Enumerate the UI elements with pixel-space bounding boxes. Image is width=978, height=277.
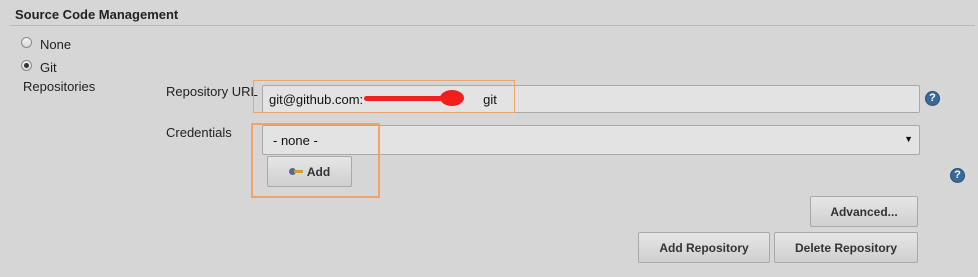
chevron-down-icon: ▼ — [904, 134, 913, 144]
advanced-button[interactable]: Advanced... — [810, 196, 918, 227]
delete-repository-button[interactable]: Delete Repository — [774, 232, 918, 263]
repository-url-suffix: git — [483, 92, 497, 107]
radio-none[interactable] — [21, 37, 32, 48]
credentials-add-button[interactable]: Add — [267, 156, 352, 187]
radio-none-label: None — [40, 37, 72, 52]
repositories-label: Repositories — [23, 79, 96, 94]
section-divider — [10, 25, 975, 26]
credentials-label: Credentials — [166, 125, 232, 140]
key-icon — [288, 167, 303, 177]
repository-url-input[interactable]: git@github.com: git — [262, 85, 920, 113]
credentials-selected-value: - none - — [273, 133, 318, 148]
repository-url-prefix: git@github.com: — [269, 92, 364, 107]
credentials-add-label: Add — [306, 164, 331, 179]
radio-git-label: Git — [40, 60, 57, 75]
add-repository-button[interactable]: Add Repository — [638, 232, 770, 263]
repository-url-label: Repository URL — [166, 84, 258, 99]
credentials-select[interactable]: - none - ▼ — [262, 125, 920, 155]
section-title: Source Code Management — [15, 7, 179, 22]
credentials-help-icon[interactable]: ? — [950, 168, 965, 183]
repository-url-help-icon[interactable]: ? — [925, 91, 940, 106]
radio-git[interactable] — [21, 60, 32, 71]
